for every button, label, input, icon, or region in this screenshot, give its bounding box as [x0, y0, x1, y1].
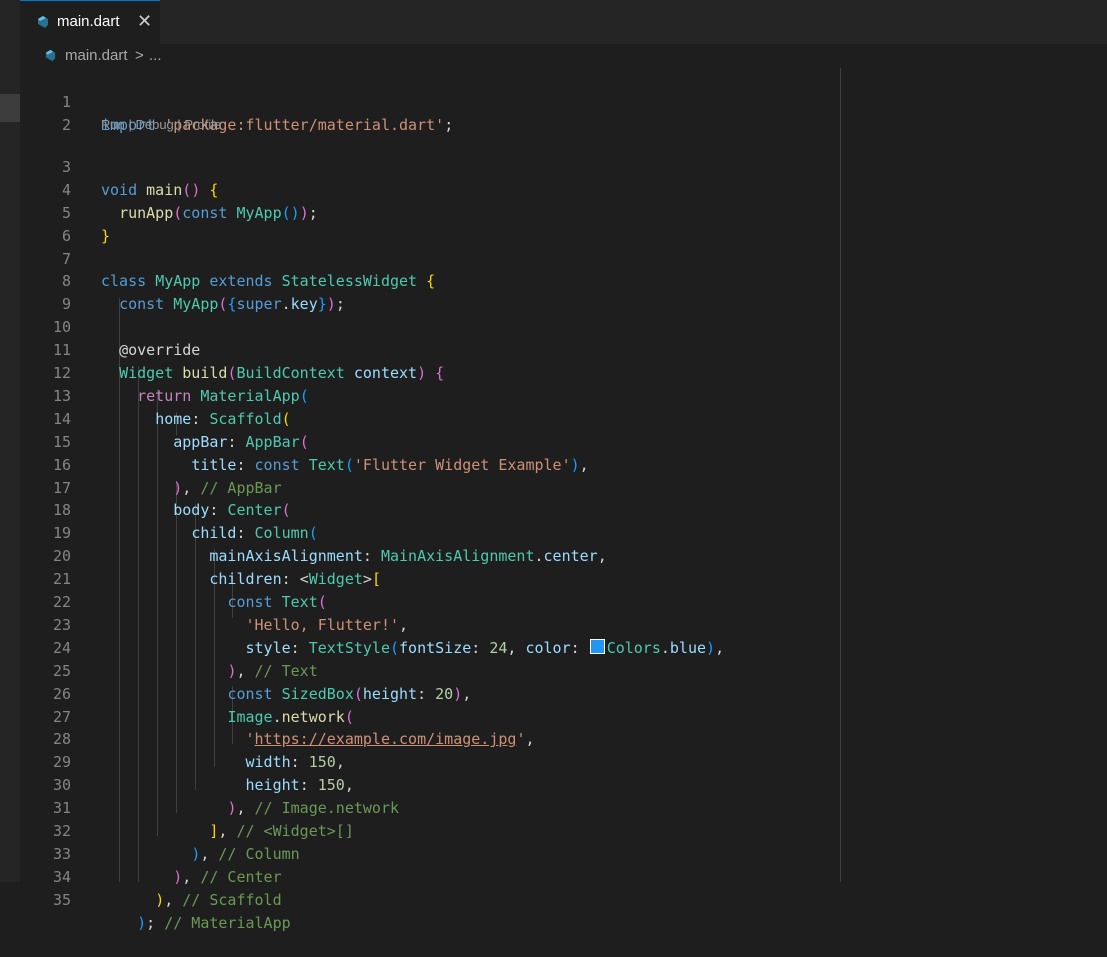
tab-bar: main.dart ✕	[20, 0, 1107, 44]
dart-file-icon	[38, 16, 48, 28]
code-line: 14 appBar: AppBar(	[20, 385, 1107, 451]
code-line: 24 ), // Text	[20, 614, 1107, 680]
breadcrumb: main.dart > ...	[20, 44, 1107, 68]
code-line: 4 runApp(const MyApp());	[20, 156, 1107, 222]
code-line: 32 ), // Column	[20, 797, 1107, 863]
code-line: 26 Image.network(	[20, 660, 1107, 726]
code-line: 34 ), // Scaffold	[20, 843, 1107, 909]
code-line: 11 Widget build(BuildContext context) {	[20, 316, 1107, 382]
code-line: 29 height: 150,	[20, 728, 1107, 794]
code-line: 6	[20, 202, 1107, 245]
activity-bar	[0, 0, 20, 882]
code-line: 2	[20, 91, 1107, 134]
code-line: 20 children: <Widget>[	[20, 522, 1107, 588]
code-line: 23 style: TextStyle(fontSize: 24, color:…	[20, 591, 1107, 657]
codelens-debug[interactable]: Debug	[135, 117, 173, 132]
tab-label: main.dart	[57, 13, 120, 30]
codelens-run[interactable]: Run	[101, 117, 125, 132]
tab-main-dart[interactable]: main.dart ✕	[20, 0, 160, 44]
code-line: 28 width: 150,	[20, 706, 1107, 771]
code-line: 12 return MaterialApp(	[20, 339, 1107, 405]
close-icon[interactable]: ✕	[137, 11, 152, 32]
code-line: 31 ], // <Widget>[]	[20, 774, 1107, 840]
code-line: 7 class MyApp extends StatelessWidget {	[20, 225, 1107, 291]
code-line: 5 }	[20, 179, 1107, 245]
code-line: 19 mainAxisAlignment: MainAxisAlignment.…	[20, 499, 1107, 565]
code-editor[interactable]: 1 import 'package:flutter/material.dart'…	[20, 68, 1107, 932]
code-line: 13 home: Scaffold(	[20, 362, 1107, 428]
code-line: 1 import 'package:flutter/material.dart'…	[20, 68, 1107, 134]
line-number: 35	[52, 890, 71, 909]
code-line: 30 ), // Image.network	[20, 751, 1107, 817]
code-line: 18 child: Column(	[20, 477, 1107, 542]
code-line: 9	[20, 270, 1107, 313]
codelens-profile[interactable]: Profile	[184, 117, 221, 132]
breadcrumb-file[interactable]: main.dart	[65, 47, 128, 64]
code-line: 3 void main() {	[20, 133, 1107, 199]
code-line: 16 ), // AppBar	[20, 431, 1107, 497]
code-line: 21 const Text(	[20, 545, 1107, 611]
dart-file-icon	[45, 49, 56, 62]
code-line: 25 const SizedBox(height: 20),	[20, 637, 1107, 703]
code-line: 8 const MyApp({super.key});	[20, 248, 1107, 313]
line-code: ), // Scaffold	[155, 890, 282, 909]
code-line: 22 'Hello, Flutter!',	[20, 568, 1107, 634]
code-line: 33 ), // Center	[20, 820, 1107, 886]
line-code: ); // MaterialApp	[137, 913, 291, 932]
code-line: 15 title: const Text('Flutter Widget Exa…	[20, 408, 1107, 474]
breadcrumb-symbol[interactable]: ...	[149, 47, 162, 64]
breadcrumb-separator: >	[135, 47, 144, 64]
activity-indicator	[0, 94, 20, 122]
code-line: 17 body: Center(	[20, 454, 1107, 520]
code-line: 10 @override	[20, 293, 1107, 359]
code-line: 27 'https://example.com/image.jpg',	[20, 683, 1107, 749]
codelens: Run | Debug | Profile	[101, 117, 222, 132]
code-line: 35 ); // MaterialApp	[20, 866, 1107, 932]
